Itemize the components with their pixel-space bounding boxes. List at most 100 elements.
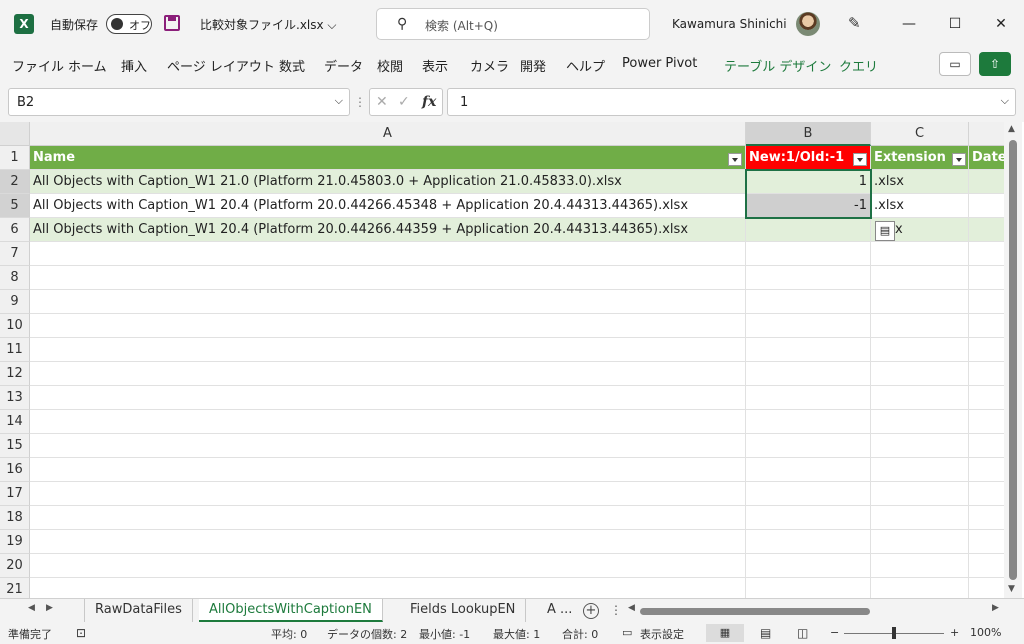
empty-cell[interactable] <box>746 482 871 506</box>
empty-cell[interactable] <box>871 458 969 482</box>
zoom-level[interactable]: 100% <box>970 626 1001 639</box>
empty-cell[interactable] <box>969 266 1009 290</box>
empty-cell[interactable] <box>746 338 871 362</box>
designer-pen-icon[interactable]: ✎ <box>848 14 861 32</box>
sheet-tab-more[interactable]: A ... <box>537 599 582 622</box>
table-cell[interactable]: All Objects with Caption_W1 20.4 (Platfo… <box>30 194 746 218</box>
row-header[interactable]: 8 <box>0 266 30 290</box>
row-header[interactable]: 6 <box>0 218 30 242</box>
empty-cell[interactable] <box>746 314 871 338</box>
page-layout-view-icon[interactable]: ▤ <box>760 626 771 640</box>
tab-insert[interactable]: 挿入 <box>121 56 147 75</box>
scroll-left-icon[interactable]: ◀ <box>628 603 635 613</box>
empty-cell[interactable] <box>871 290 969 314</box>
empty-cell[interactable] <box>30 578 746 598</box>
row-header[interactable]: 14 <box>0 410 30 434</box>
empty-cell[interactable] <box>969 362 1009 386</box>
row-header[interactable]: 5 <box>0 194 30 218</box>
empty-cell[interactable] <box>30 482 746 506</box>
empty-cell[interactable] <box>746 434 871 458</box>
page-break-view-icon[interactable]: ◫ <box>797 626 808 640</box>
table-cell[interactable]: .xlsx <box>871 194 969 218</box>
empty-cell[interactable] <box>30 242 746 266</box>
row-header[interactable]: 12 <box>0 362 30 386</box>
empty-cell[interactable] <box>871 242 969 266</box>
row-header[interactable]: 13 <box>0 386 30 410</box>
header-cell-new-old[interactable]: New:1/Old:-1 <box>746 146 871 170</box>
empty-cell[interactable] <box>30 386 746 410</box>
enter-icon[interactable]: ✓ <box>398 94 410 110</box>
tab-power-pivot[interactable]: Power Pivot <box>622 56 697 71</box>
add-sheet-button[interactable]: + <box>583 603 599 619</box>
column-header-d[interactable] <box>969 122 1009 146</box>
tab-camera[interactable]: カメラ <box>470 56 509 75</box>
expand-formula-icon[interactable]: ⌵ <box>1001 94 1009 108</box>
empty-cell[interactable] <box>746 362 871 386</box>
empty-cell[interactable] <box>746 578 871 598</box>
empty-cell[interactable] <box>969 530 1009 554</box>
empty-cell[interactable] <box>746 506 871 530</box>
horizontal-scrollbar[interactable]: ◀ ▶ <box>628 603 1000 617</box>
tab-developer[interactable]: 開発 <box>520 56 546 75</box>
empty-cell[interactable] <box>746 242 871 266</box>
select-all-corner[interactable] <box>0 122 30 146</box>
spreadsheet-grid[interactable]: A B C 1 Name New:1/Old:-1 Extension Date… <box>0 122 1024 598</box>
row-header[interactable]: 21 <box>0 578 30 598</box>
insert-function-icon[interactable]: fx <box>422 94 436 110</box>
empty-cell[interactable] <box>746 458 871 482</box>
user-name[interactable]: Kawamura Shinichi <box>672 0 787 48</box>
header-cell-name[interactable]: Name <box>30 146 746 170</box>
column-header-c[interactable]: C <box>871 122 969 146</box>
column-header-a[interactable]: A <box>30 122 746 146</box>
row-header[interactable]: 16 <box>0 458 30 482</box>
display-settings-icon[interactable]: ▭ <box>622 626 632 639</box>
empty-cell[interactable] <box>30 290 746 314</box>
table-cell[interactable] <box>969 194 1009 218</box>
more-dots-icon[interactable]: ⋮ <box>354 95 366 109</box>
scroll-thumb[interactable] <box>640 608 870 615</box>
empty-cell[interactable] <box>969 458 1009 482</box>
empty-cell[interactable] <box>30 506 746 530</box>
empty-cell[interactable] <box>871 578 969 598</box>
scroll-down-icon[interactable]: ▼ <box>1008 584 1015 594</box>
empty-cell[interactable] <box>30 314 746 338</box>
table-cell[interactable] <box>746 218 871 242</box>
row-header[interactable]: 18 <box>0 506 30 530</box>
row-header[interactable]: 15 <box>0 434 30 458</box>
filter-dropdown-icon[interactable] <box>853 153 867 166</box>
empty-cell[interactable] <box>871 386 969 410</box>
avatar[interactable] <box>796 12 820 36</box>
display-settings-button[interactable]: 表示設定 <box>640 626 684 642</box>
zoom-in-button[interactable]: + <box>950 626 959 639</box>
empty-cell[interactable] <box>746 410 871 434</box>
tab-page-layout[interactable]: ページ レイアウト <box>167 56 275 75</box>
chevron-down-icon[interactable]: ⌵ <box>335 94 343 108</box>
empty-cell[interactable] <box>969 410 1009 434</box>
empty-cell[interactable] <box>871 434 969 458</box>
filter-dropdown-icon[interactable] <box>952 153 966 166</box>
row-header[interactable]: 20 <box>0 554 30 578</box>
row-header[interactable]: 1 <box>0 146 30 170</box>
table-cell[interactable]: All Objects with Caption_W1 20.4 (Platfo… <box>30 218 746 242</box>
row-header[interactable]: 7 <box>0 242 30 266</box>
vertical-scrollbar[interactable]: ▲ ▼ <box>1004 122 1022 598</box>
row-header[interactable]: 11 <box>0 338 30 362</box>
scroll-right-icon[interactable]: ▶ <box>992 603 999 613</box>
formula-input[interactable]: 1 ⌵ <box>447 88 1016 116</box>
scroll-up-icon[interactable]: ▲ <box>1008 124 1015 134</box>
empty-cell[interactable] <box>969 314 1009 338</box>
empty-cell[interactable] <box>746 266 871 290</box>
empty-cell[interactable] <box>746 386 871 410</box>
empty-cell[interactable] <box>746 530 871 554</box>
empty-cell[interactable] <box>30 434 746 458</box>
table-cell[interactable]: 1 <box>746 170 871 194</box>
empty-cell[interactable] <box>30 362 746 386</box>
table-cell[interactable]: -1 <box>746 194 871 218</box>
row-header[interactable]: 10 <box>0 314 30 338</box>
empty-cell[interactable] <box>30 458 746 482</box>
zoom-out-button[interactable]: − <box>830 626 839 639</box>
table-cell[interactable]: .xlsx <box>871 170 969 194</box>
zoom-slider-handle[interactable] <box>892 627 896 639</box>
sheet-tab-rawdatafiles[interactable]: RawDataFiles <box>84 599 193 622</box>
empty-cell[interactable] <box>746 554 871 578</box>
